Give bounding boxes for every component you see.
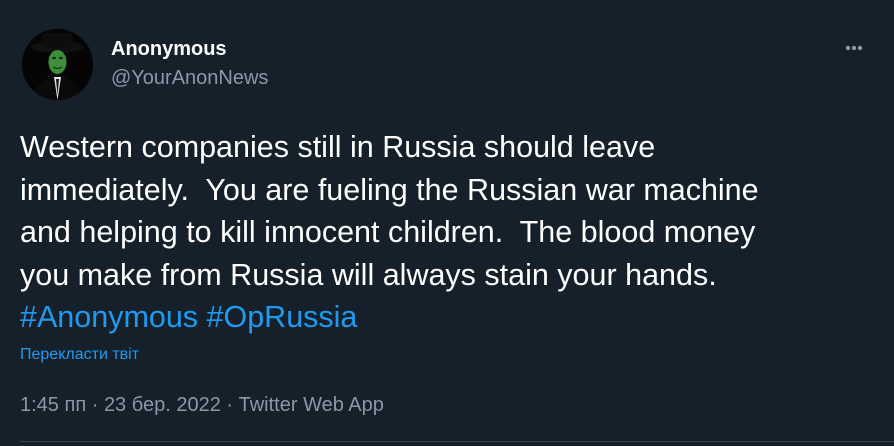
tweet-source[interactable]: Twitter Web App <box>239 394 384 416</box>
more-options-icon[interactable] <box>836 36 872 60</box>
tweet-metadata: 1:45 пп · 23 бер. 2022 · Twitter Web App <box>20 393 384 417</box>
tweet-text-line: Western companies still in Russia should… <box>20 130 656 164</box>
meta-separator: · <box>86 394 104 416</box>
meta-separator: · <box>220 394 239 416</box>
hashtag-line: #Anonymous #OpRussia <box>20 296 880 339</box>
hashtag-oprussia-link[interactable]: #OpRussia <box>207 300 358 334</box>
divider <box>20 441 894 442</box>
author-display-name[interactable]: Anonymous <box>111 37 227 61</box>
tweet-text-line: you make from Russia will always stain y… <box>20 257 717 292</box>
tweet-text-line: and helping to kill innocent children. T… <box>20 215 756 250</box>
tweet-date[interactable]: 23 бер. 2022 <box>104 394 221 416</box>
tweet-text: Western companies still in Russia should… <box>20 126 880 339</box>
avatar[interactable] <box>22 29 93 100</box>
anonymous-mask-avatar-icon <box>22 29 93 100</box>
tweet: Anonymous @YourAnonNews Western companie… <box>0 0 894 446</box>
translate-tweet-link[interactable]: Перекласти твіт <box>20 344 139 366</box>
author-handle[interactable]: @YourAnonNews <box>111 66 268 90</box>
tweet-text-line: immediately. You are fueling the Russian… <box>20 172 759 207</box>
tweet-time[interactable]: 1:45 пп <box>20 394 86 416</box>
hashtag-anonymous-link[interactable]: #Anonymous <box>20 300 198 334</box>
